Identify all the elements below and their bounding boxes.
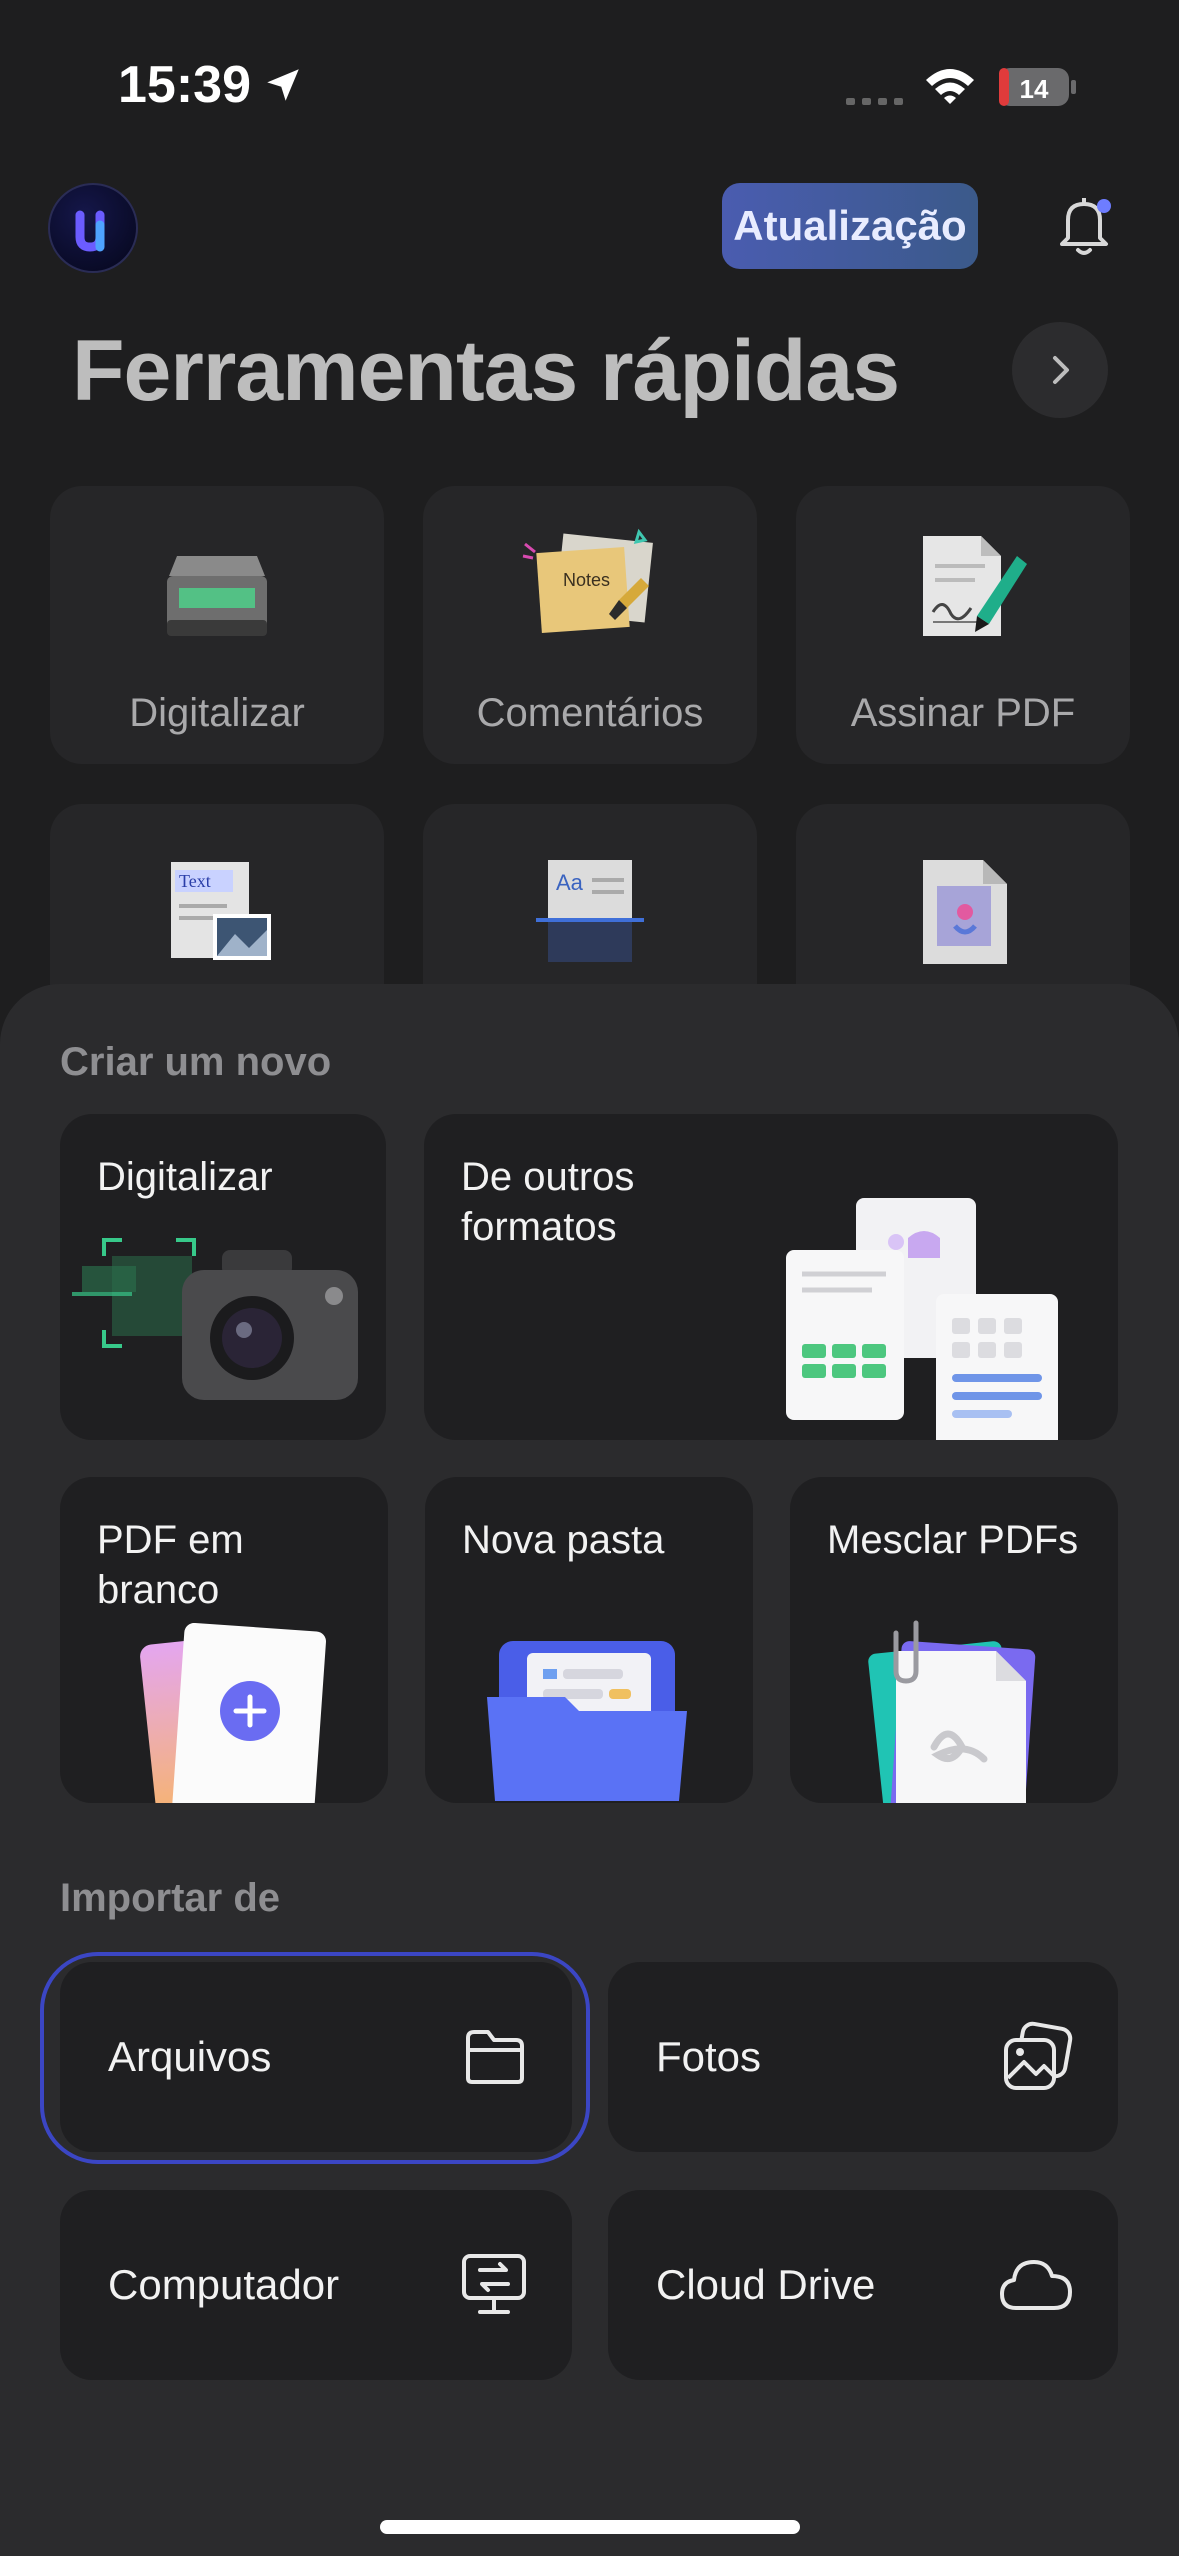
- create-from-formats-label: De outros formatos: [461, 1155, 635, 1249]
- create-scan-card[interactable]: Digitalizar: [60, 1114, 386, 1440]
- create-merge-pdfs-card[interactable]: Mesclar PDFs: [790, 1477, 1118, 1803]
- tool-scan[interactable]: Digitalizar: [50, 486, 384, 764]
- import-title: Importar de: [60, 1876, 281, 1920]
- import-files-button[interactable]: Arquivos: [60, 1962, 572, 2152]
- home-indicator[interactable]: [380, 2520, 800, 2534]
- ocr-icon-text: Aa: [556, 870, 584, 895]
- import-photos-button[interactable]: Fotos: [608, 1962, 1118, 2152]
- location-arrow-icon: [267, 69, 299, 101]
- create-new-folder-card[interactable]: Nova pasta: [425, 1477, 753, 1803]
- photos-icon: [1004, 2021, 1073, 2090]
- create-scan-label: Digitalizar: [97, 1155, 273, 1199]
- tool-comments[interactable]: Notes Comentários: [423, 486, 757, 764]
- logo-icon: [75, 210, 105, 252]
- create-new-folder-label: Nova pasta: [462, 1518, 665, 1562]
- tool-label: Comentários: [476, 691, 704, 735]
- app-logo[interactable]: [48, 183, 138, 273]
- merge-icon: [868, 1620, 1036, 1803]
- text-icon-label: Text: [179, 871, 211, 891]
- signal-icon: [846, 98, 903, 105]
- create-merge-pdfs-label: Mesclar PDFs: [827, 1518, 1079, 1562]
- create-blank-pdf-card[interactable]: PDF em branco: [60, 1477, 388, 1803]
- notification-bell-icon[interactable]: [1052, 190, 1116, 260]
- import-computer-button[interactable]: Computador: [60, 2190, 572, 2380]
- notes-icon: Notes: [522, 528, 653, 633]
- tool-label: Digitalizar: [129, 691, 305, 735]
- quick-tools-more-button[interactable]: [1012, 322, 1108, 418]
- tool-label: Assinar PDF: [850, 691, 1076, 735]
- scanner-icon: [167, 556, 267, 636]
- import-cloud-drive-button[interactable]: Cloud Drive: [608, 2190, 1118, 2380]
- import-files-label: Arquivos: [108, 2033, 272, 2080]
- battery-icon: 14: [999, 68, 1076, 106]
- folder-outline-icon: [466, 2030, 524, 2084]
- blank-pdf-icon: [140, 1623, 326, 1803]
- cloud-icon: [1000, 2260, 1072, 2310]
- import-photos-label: Fotos: [656, 2033, 762, 2080]
- ocr-icon: Aa: [536, 860, 644, 962]
- notes-icon-text: Notes: [563, 570, 610, 590]
- import-cloud-drive-label: Cloud Drive: [656, 2261, 876, 2308]
- text-image-icon: Text: [171, 862, 271, 960]
- signature-icon: [923, 536, 1027, 636]
- chevron-right-icon: [1053, 356, 1069, 384]
- import-computer-label: Computador: [108, 2261, 340, 2308]
- image-doc-icon: [923, 860, 1007, 964]
- quick-tools-title: Ferramentas rápidas: [72, 323, 900, 419]
- wifi-icon: [926, 69, 974, 104]
- camera-icon: [72, 1238, 358, 1400]
- create-blank-pdf-label: PDF em branco: [97, 1518, 244, 1612]
- create-from-formats-card[interactable]: De outros formatos: [424, 1114, 1118, 1440]
- tool-sign-pdf[interactable]: Assinar PDF: [796, 486, 1130, 764]
- formats-icon: [786, 1198, 1058, 1440]
- status-time: 15:39: [118, 56, 251, 114]
- battery-level: 14: [1020, 74, 1049, 104]
- folder-icon: [487, 1641, 687, 1801]
- update-button[interactable]: Atualização: [722, 183, 978, 269]
- create-title: Criar um novo: [60, 1040, 332, 1084]
- computer-transfer-icon: [462, 2254, 526, 2314]
- status-bar: 15:39 14: [0, 0, 1179, 170]
